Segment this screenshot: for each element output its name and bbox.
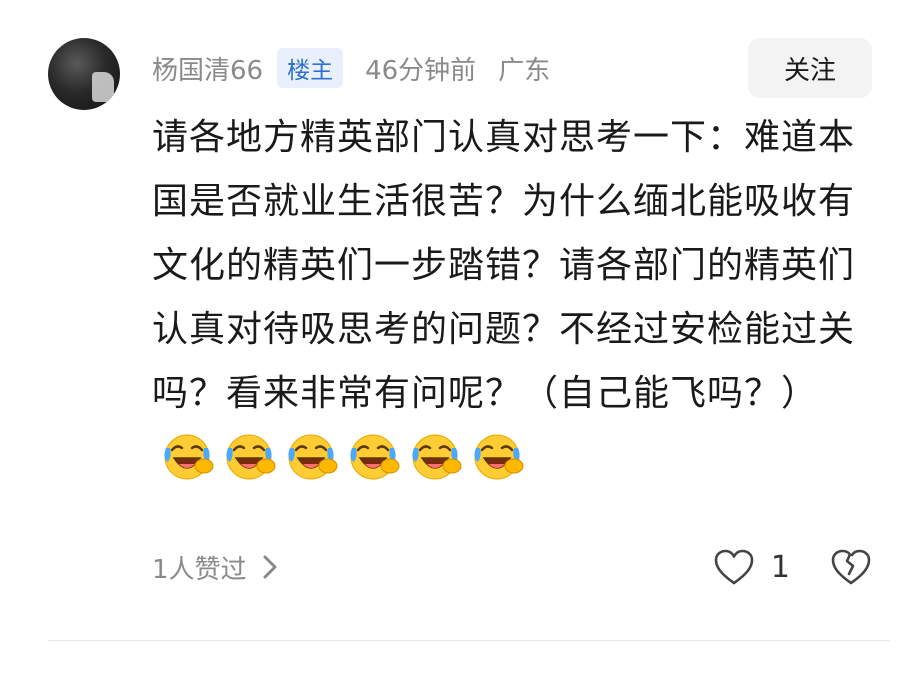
location: 广东 (498, 55, 551, 86)
timestamp: 46分钟前 (365, 55, 477, 86)
laughing-crying-icon (226, 434, 276, 480)
laughing-crying-icon (350, 434, 400, 480)
follow-button[interactable]: 关注 (748, 38, 872, 98)
like-button[interactable]: 1 (713, 548, 790, 586)
comment-text: 请各地方精英部门认真对思考一下：难道本国是否就业生活很苦？为什么缅北能吸收有文化… (152, 117, 856, 414)
emoji-row (152, 434, 524, 480)
comment-header: 杨国清66 楼主 46分钟前 广东 (152, 48, 550, 88)
laughing-crying-icon (288, 434, 338, 480)
username[interactable]: 杨国清66 (152, 50, 263, 87)
divider (48, 640, 890, 641)
likes-summary: 1人赞过 (152, 554, 247, 585)
avatar[interactable] (48, 38, 120, 110)
op-badge: 楼主 (277, 48, 344, 88)
heart-icon (714, 549, 754, 585)
laughing-crying-icon (164, 434, 214, 480)
like-count: 1 (770, 549, 790, 585)
broken-heart-icon[interactable] (830, 547, 872, 587)
likes-summary-link[interactable]: 1人赞过 (152, 549, 279, 586)
laughing-crying-icon (412, 434, 462, 480)
comment-footer: 1人赞过 1 (152, 540, 872, 594)
comment-body: 请各地方精英部门认真对思考一下：难道本国是否就业生活很苦？为什么缅北能吸收有文化… (152, 106, 872, 490)
laughing-crying-icon (474, 434, 524, 480)
chevron-right-icon (263, 555, 277, 579)
